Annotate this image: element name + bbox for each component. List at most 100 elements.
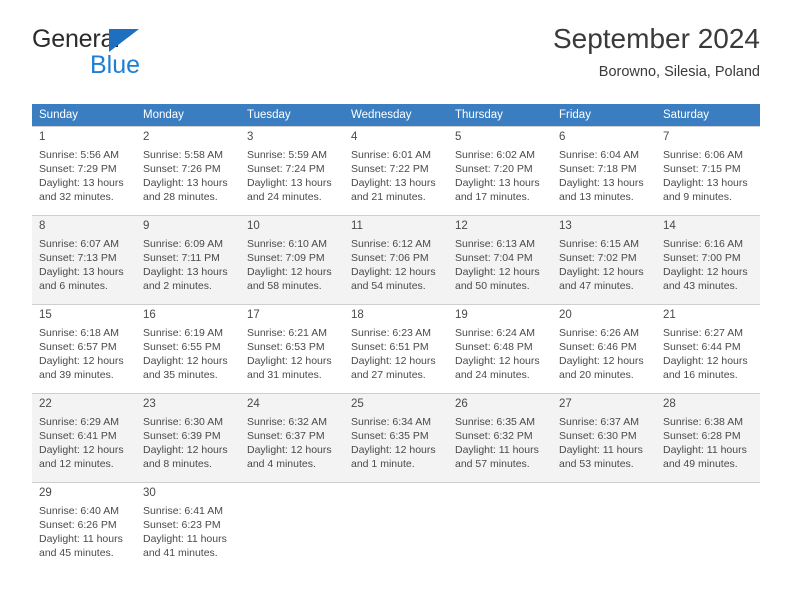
general-blue-logo[interactable]: General Blue xyxy=(32,25,252,79)
calendar-cell: 19 Sunrise: 6:24 AM Sunset: 6:48 PM Dayligh… xyxy=(448,304,552,393)
daylight-text-line1: Daylight: 12 hours xyxy=(559,355,644,367)
weekday-header-sunday: Sunday xyxy=(32,104,136,126)
calendar-day[interactable]: 2 Sunrise: 5:58 AM Sunset: 7:26 PM Daylight… xyxy=(136,126,240,215)
calendar-day[interactable]: 18 Sunrise: 6:23 AM Sunset: 6:51 PM Dayligh… xyxy=(344,304,448,393)
day-number: 17 xyxy=(247,309,260,321)
calendar-day[interactable]: 25 Sunrise: 6:34 AM Sunset: 6:35 PM Dayligh… xyxy=(344,393,448,482)
calendar-day[interactable]: 3 Sunrise: 5:59 AM Sunset: 7:24 PM Daylight… xyxy=(240,126,344,215)
calendar-day[interactable]: 11 Sunrise: 6:12 AM Sunset: 7:06 PM Dayligh… xyxy=(344,215,448,304)
calendar-cell: 16 Sunrise: 6:19 AM Sunset: 6:55 PM Dayligh… xyxy=(136,304,240,393)
calendar-day[interactable]: 7 Sunrise: 6:06 AM Sunset: 7:15 PM Daylight… xyxy=(656,126,760,215)
day-number: 6 xyxy=(559,131,566,143)
logo-text-general: General xyxy=(32,25,120,53)
sunset-text: Sunset: 6:53 PM xyxy=(247,341,325,353)
day-number: 21 xyxy=(663,309,676,321)
calendar-day[interactable]: 29 Sunrise: 6:40 AM Sunset: 6:26 PM Dayligh… xyxy=(32,482,136,571)
sunrise-text: Sunrise: 6:18 AM xyxy=(39,327,119,339)
day-number: 28 xyxy=(663,398,676,410)
daylight-text-line1: Daylight: 12 hours xyxy=(455,266,540,278)
daylight-text-line2: and 57 minutes. xyxy=(455,458,530,470)
sunset-text: Sunset: 6:26 PM xyxy=(39,519,117,531)
calendar-day[interactable]: 16 Sunrise: 6:19 AM Sunset: 6:55 PM Dayligh… xyxy=(136,304,240,393)
sunrise-text: Sunrise: 6:04 AM xyxy=(559,149,639,161)
day-number: 30 xyxy=(143,487,156,499)
sunset-text: Sunset: 6:57 PM xyxy=(39,341,117,353)
sunrise-text: Sunrise: 6:40 AM xyxy=(39,505,119,517)
calendar-day[interactable]: 10 Sunrise: 6:10 AM Sunset: 7:09 PM Dayligh… xyxy=(240,215,344,304)
daylight-text-line2: and 24 minutes. xyxy=(455,369,530,381)
daylight-text-line1: Daylight: 13 hours xyxy=(247,177,332,189)
daylight-text-line1: Daylight: 12 hours xyxy=(39,355,124,367)
calendar-cell: 1 Sunrise: 5:56 AM Sunset: 7:29 PM Daylight… xyxy=(32,126,136,215)
day-number: 15 xyxy=(39,309,52,321)
daylight-text-line1: Daylight: 12 hours xyxy=(247,444,332,456)
daylight-text-line1: Daylight: 12 hours xyxy=(39,444,124,456)
sunrise-text: Sunrise: 6:23 AM xyxy=(351,327,431,339)
page-title: September 2024 xyxy=(552,23,760,54)
day-number: 3 xyxy=(247,131,254,143)
day-number: 13 xyxy=(559,220,572,232)
calendar-week-row: 1 Sunrise: 5:56 AM Sunset: 7:29 PM Daylight… xyxy=(32,126,760,215)
calendar-day[interactable]: 26 Sunrise: 6:35 AM Sunset: 6:32 PM Dayligh… xyxy=(448,393,552,482)
calendar-day[interactable]: 14 Sunrise: 6:16 AM Sunset: 7:00 PM Dayligh… xyxy=(656,215,760,304)
daylight-text-line2: and 16 minutes. xyxy=(663,369,738,381)
calendar-day[interactable]: 4 Sunrise: 6:01 AM Sunset: 7:22 PM Daylight… xyxy=(344,126,448,215)
logo-triangle-icon xyxy=(109,29,139,52)
daylight-text-line1: Daylight: 11 hours xyxy=(143,533,227,545)
calendar-cell: 26 Sunrise: 6:35 AM Sunset: 6:32 PM Dayligh… xyxy=(448,393,552,482)
sunset-text: Sunset: 7:20 PM xyxy=(455,163,533,175)
calendar-day[interactable]: 12 Sunrise: 6:13 AM Sunset: 7:04 PM Dayligh… xyxy=(448,215,552,304)
calendar-cell: 21 Sunrise: 6:27 AM Sunset: 6:44 PM Dayligh… xyxy=(656,304,760,393)
calendar-week-row: 8 Sunrise: 6:07 AM Sunset: 7:13 PM Daylight… xyxy=(32,215,760,304)
sunset-text: Sunset: 7:06 PM xyxy=(351,252,429,264)
daylight-text-line2: and 17 minutes. xyxy=(455,191,530,203)
calendar-day[interactable]: 28 Sunrise: 6:38 AM Sunset: 6:28 PM Dayligh… xyxy=(656,393,760,482)
daylight-text-line2: and 58 minutes. xyxy=(247,280,322,292)
daylight-text-line1: Daylight: 13 hours xyxy=(455,177,540,189)
daylight-text-line2: and 1 minute. xyxy=(351,458,415,470)
calendar-day[interactable]: 13 Sunrise: 6:15 AM Sunset: 7:02 PM Dayligh… xyxy=(552,215,656,304)
calendar-cell: 22 Sunrise: 6:29 AM Sunset: 6:41 PM Dayligh… xyxy=(32,393,136,482)
calendar-day[interactable]: 6 Sunrise: 6:04 AM Sunset: 7:18 PM Daylight… xyxy=(552,126,656,215)
calendar-day-empty xyxy=(448,482,552,571)
calendar-day[interactable]: 24 Sunrise: 6:32 AM Sunset: 6:37 PM Dayligh… xyxy=(240,393,344,482)
daylight-text-line2: and 53 minutes. xyxy=(559,458,634,470)
calendar-cell: 7 Sunrise: 6:06 AM Sunset: 7:15 PM Daylight… xyxy=(656,126,760,215)
day-number: 11 xyxy=(351,220,363,232)
calendar-day-empty xyxy=(552,482,656,571)
daylight-text-line1: Daylight: 12 hours xyxy=(559,266,644,278)
sunrise-text: Sunrise: 5:56 AM xyxy=(39,149,119,161)
calendar-day[interactable]: 8 Sunrise: 6:07 AM Sunset: 7:13 PM Daylight… xyxy=(32,215,136,304)
calendar-day[interactable]: 9 Sunrise: 6:09 AM Sunset: 7:11 PM Daylight… xyxy=(136,215,240,304)
daylight-text-line1: Daylight: 13 hours xyxy=(39,177,124,189)
sunrise-text: Sunrise: 6:38 AM xyxy=(663,416,743,428)
weekday-header-saturday: Saturday xyxy=(656,104,760,126)
daylight-text-line2: and 28 minutes. xyxy=(143,191,218,203)
calendar-day[interactable]: 20 Sunrise: 6:26 AM Sunset: 6:46 PM Dayligh… xyxy=(552,304,656,393)
calendar-day[interactable]: 21 Sunrise: 6:27 AM Sunset: 6:44 PM Dayligh… xyxy=(656,304,760,393)
daylight-text-line1: Daylight: 12 hours xyxy=(351,444,436,456)
calendar-cell: 13 Sunrise: 6:15 AM Sunset: 7:02 PM Dayligh… xyxy=(552,215,656,304)
calendar-day[interactable]: 22 Sunrise: 6:29 AM Sunset: 6:41 PM Dayligh… xyxy=(32,393,136,482)
daylight-text-line2: and 9 minutes. xyxy=(663,191,732,203)
daylight-text-line2: and 35 minutes. xyxy=(143,369,218,381)
calendar-cell: 8 Sunrise: 6:07 AM Sunset: 7:13 PM Daylight… xyxy=(32,215,136,304)
calendar-day[interactable]: 27 Sunrise: 6:37 AM Sunset: 6:30 PM Dayligh… xyxy=(552,393,656,482)
sunset-text: Sunset: 7:26 PM xyxy=(143,163,221,175)
calendar-day[interactable]: 30 Sunrise: 6:41 AM Sunset: 6:23 PM Dayligh… xyxy=(136,482,240,571)
daylight-text-line2: and 45 minutes. xyxy=(39,547,114,559)
day-number: 24 xyxy=(247,398,260,410)
calendar-day-empty xyxy=(240,482,344,571)
sunset-text: Sunset: 6:44 PM xyxy=(663,341,741,353)
calendar-day[interactable]: 17 Sunrise: 6:21 AM Sunset: 6:53 PM Dayligh… xyxy=(240,304,344,393)
day-number: 20 xyxy=(559,309,572,321)
calendar-day[interactable]: 5 Sunrise: 6:02 AM Sunset: 7:20 PM Daylight… xyxy=(448,126,552,215)
calendar-day[interactable]: 19 Sunrise: 6:24 AM Sunset: 6:48 PM Dayligh… xyxy=(448,304,552,393)
calendar-day[interactable]: 23 Sunrise: 6:30 AM Sunset: 6:39 PM Dayligh… xyxy=(136,393,240,482)
calendar-day[interactable]: 1 Sunrise: 5:56 AM Sunset: 7:29 PM Daylight… xyxy=(32,126,136,215)
sunrise-text: Sunrise: 5:59 AM xyxy=(247,149,327,161)
calendar-cell: 2 Sunrise: 5:58 AM Sunset: 7:26 PM Daylight… xyxy=(136,126,240,215)
calendar-day[interactable]: 15 Sunrise: 6:18 AM Sunset: 6:57 PM Dayligh… xyxy=(32,304,136,393)
day-number: 2 xyxy=(143,131,150,143)
sunrise-text: Sunrise: 6:09 AM xyxy=(143,238,223,250)
